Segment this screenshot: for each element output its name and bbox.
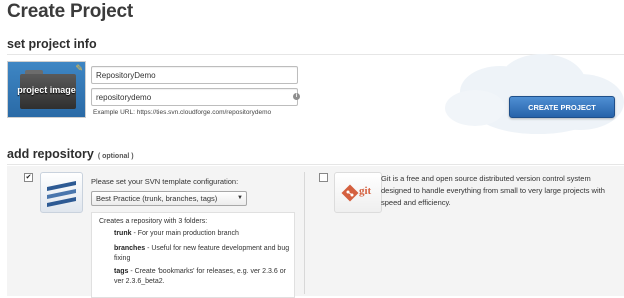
folder-entry-branches: branches - Useful for new feature develo…: [114, 244, 292, 264]
section-title-text: set project info: [7, 37, 97, 51]
create-project-button[interactable]: CREATE PROJECT: [509, 96, 615, 118]
folder-name: trunk: [114, 230, 132, 237]
info-icon[interactable]: i: [293, 93, 300, 100]
example-url: Example URL: https://ties.svn.cloudforge…: [93, 109, 272, 116]
chevron-down-icon: ▼: [237, 195, 243, 201]
checkmark-icon: ✔: [25, 174, 32, 181]
project-image-label: project image: [17, 85, 76, 95]
git-logo-text: git: [359, 185, 372, 197]
folder-entry-trunk: trunk - For your main production branch: [114, 229, 292, 239]
svn-template-label: Please set your SVN template configurati…: [91, 177, 239, 186]
svn-template-selected: Best Practice (trunk, branches, tags): [96, 194, 218, 203]
svn-folders-info: Creates a repository with 3 folders: tru…: [91, 212, 295, 298]
divider: [7, 164, 624, 165]
git-logo-icon: git: [334, 172, 382, 213]
folder-name: branches: [114, 245, 146, 252]
project-name-input[interactable]: [91, 66, 298, 84]
svn-checkbox[interactable]: ✔: [24, 173, 33, 182]
section-title-add-repository: add repository( optional ): [7, 147, 134, 161]
repository-panel: ✔ Please set your SVN template configura…: [7, 166, 624, 298]
folder-desc: - Create 'bookmarks' for releases, e.g. …: [114, 268, 286, 285]
folder-name: tags: [114, 268, 129, 275]
page-title: Create Project: [7, 1, 134, 22]
folder-desc: - For your main production branch: [131, 230, 239, 237]
git-checkbox[interactable]: [319, 173, 328, 182]
folder-entry-tags: tags - Create 'bookmarks' for releases, …: [114, 267, 292, 287]
section-title-project-info: set project info: [7, 37, 97, 51]
pencil-icon[interactable]: ✎: [75, 63, 83, 74]
vertical-divider: [304, 172, 305, 294]
project-image-upload[interactable]: project image ✎: [7, 61, 86, 118]
project-url-input[interactable]: [91, 88, 298, 106]
section-title-text: add repository: [7, 147, 94, 161]
git-description: Git is a free and open source distribute…: [381, 174, 605, 207]
svn-logo-icon: [40, 172, 83, 213]
svn-template-select[interactable]: Best Practice (trunk, branches, tags) ▼: [91, 191, 247, 206]
folders-intro: Creates a repository with 3 folders:: [99, 218, 208, 225]
cloud-illustration: [445, 54, 624, 134]
optional-label: ( optional ): [97, 153, 134, 160]
